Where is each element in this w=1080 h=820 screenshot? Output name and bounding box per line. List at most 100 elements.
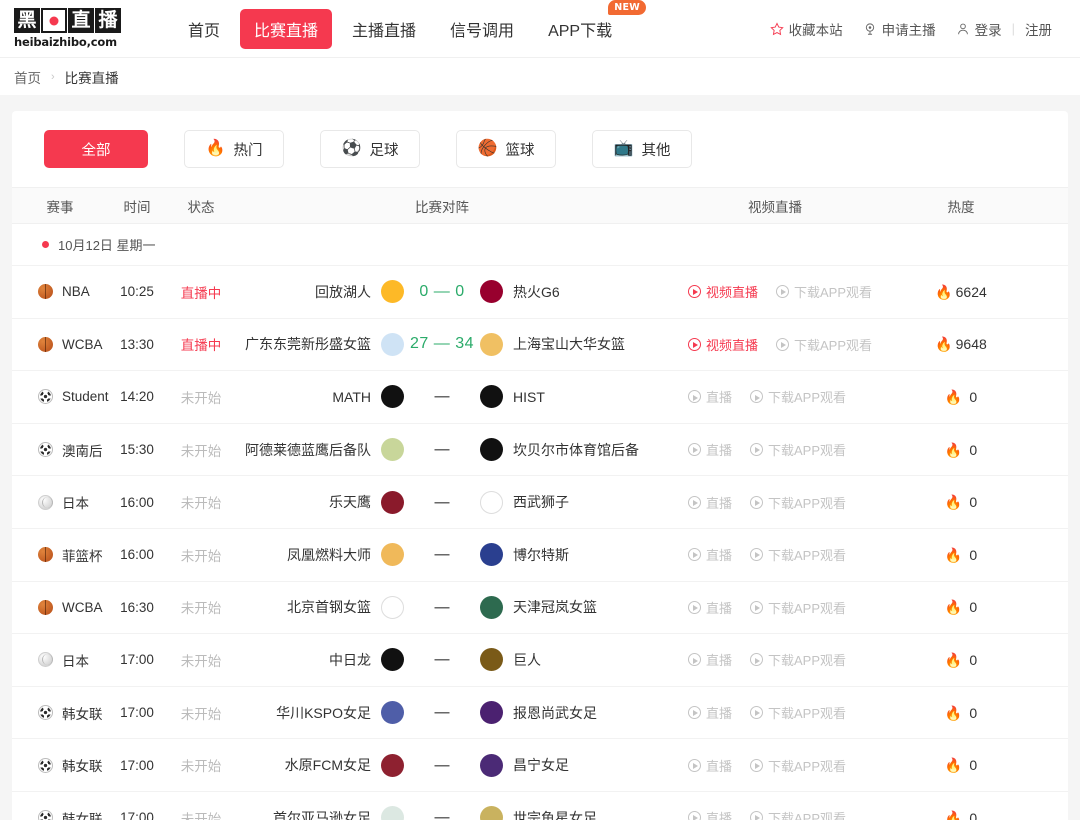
date-group-label: 10月12日 星期一 <box>58 235 156 254</box>
row-matchup: 乐天鹰 — 西武狮子 <box>236 476 648 528</box>
row-league: WCBA <box>12 319 108 371</box>
filter-soccer[interactable]: ⚽ 足球 <box>320 130 420 168</box>
download-app-label: 下载APP观看 <box>768 545 846 564</box>
row-video-links: 直播 下载APP观看 <box>648 739 902 791</box>
basketball-icon <box>38 337 53 352</box>
table-row[interactable]: 韩女联 17:00 未开始 首尔亚马逊女足 — 世宗鱼星女足 直播 下载APP观… <box>12 792 1068 820</box>
table-row[interactable]: 澳南后 15:30 未开始 阿德莱德蓝鹰后备队 — 坎贝尔市体育馆后备 直播 下… <box>12 424 1068 477</box>
breadcrumb-home[interactable]: 首页 <box>14 67 41 87</box>
nav-item-match-live[interactable]: 比赛直播 <box>240 9 332 49</box>
download-app-label: 下载APP观看 <box>794 282 872 301</box>
table-row[interactable]: Student 14:20 未开始 MATH — HIST 直播 下载APP观看 <box>12 371 1068 424</box>
row-league: 日本 <box>12 634 108 686</box>
home-team-name: 中日龙 <box>329 650 371 670</box>
away-team-logo <box>480 648 503 671</box>
download-app-link[interactable]: 下载APP观看 <box>750 493 846 512</box>
row-league: 澳南后 <box>12 424 108 476</box>
play-icon <box>776 285 789 298</box>
nav-item-anchor-live[interactable]: 主播直播 <box>338 9 430 49</box>
row-league-label: 韩女联 <box>62 703 103 723</box>
watch-live-label: 直播 <box>706 545 732 564</box>
row-league-label: Student <box>62 389 109 404</box>
filter-all[interactable]: 全部 <box>44 130 148 168</box>
download-app-link[interactable]: 下载APP观看 <box>750 650 846 669</box>
row-hot-value: 0 <box>969 442 977 458</box>
download-app-link[interactable]: 下载APP观看 <box>750 808 846 820</box>
row-matchup: 水原FCM女足 — 昌宁女足 <box>236 739 648 791</box>
row-hot: 🔥 0 <box>902 634 1020 686</box>
home-team-name: 回放湖人 <box>315 282 371 302</box>
away-team-logo <box>480 491 503 514</box>
watch-live-link[interactable]: 直播 <box>688 598 732 617</box>
home-team-name: 首尔亚马逊女足 <box>273 808 371 820</box>
row-hot: 🔥 0 <box>902 792 1020 820</box>
row-league: 韩女联 <box>12 792 108 820</box>
table-row[interactable]: 菲篮杯 16:00 未开始 凤凰燃料大师 — 博尔特斯 直播 下载APP观看 <box>12 529 1068 582</box>
site-logo[interactable]: 黑 直 播 heibaizhibo,com <box>14 8 134 49</box>
row-time: 16:30 <box>108 582 166 634</box>
play-icon <box>750 601 763 614</box>
watch-live-link[interactable]: 直播 <box>688 440 732 459</box>
nav-item-app-download[interactable]: APP下载 NEW <box>534 9 628 49</box>
download-app-link[interactable]: 下载APP观看 <box>776 335 872 354</box>
download-app-link[interactable]: 下载APP观看 <box>750 756 846 775</box>
favorite-site-button[interactable]: 收藏本站 <box>760 19 853 39</box>
watch-live-link[interactable]: 直播 <box>688 650 732 669</box>
play-icon <box>776 338 789 351</box>
row-hot-value: 0 <box>969 389 977 405</box>
watch-live-link[interactable]: 直播 <box>688 493 732 512</box>
table-row[interactable]: 韩女联 17:00 未开始 水原FCM女足 — 昌宁女足 直播 下载APP观看 <box>12 739 1068 792</box>
watch-live-link[interactable]: 直播 <box>688 545 732 564</box>
row-score: — <box>404 809 480 820</box>
play-icon <box>750 706 763 719</box>
row-status: 未开始 <box>166 634 236 686</box>
flame-icon: 🔥 <box>945 548 962 562</box>
away-team-logo <box>480 385 503 408</box>
download-app-link[interactable]: 下载APP观看 <box>750 387 846 406</box>
watch-live-link[interactable]: 直播 <box>688 756 732 775</box>
nav-item-home[interactable]: 首页 <box>174 9 234 49</box>
play-icon <box>688 548 701 561</box>
download-app-link[interactable]: 下载APP观看 <box>776 282 872 301</box>
download-app-link[interactable]: 下载APP观看 <box>750 598 846 617</box>
filter-other[interactable]: 📺 其他 <box>592 130 692 168</box>
table-row[interactable]: 日本 16:00 未开始 乐天鹰 — 西武狮子 直播 下载APP观看 <box>12 476 1068 529</box>
row-matchup: 北京首钢女篮 — 天津冠岚女篮 <box>236 582 648 634</box>
download-app-label: 下载APP观看 <box>768 387 846 406</box>
row-hot-value: 0 <box>969 757 977 773</box>
watch-live-label: 直播 <box>706 756 732 775</box>
basketball-icon <box>38 600 53 615</box>
row-league-label: 澳南后 <box>62 440 103 460</box>
row-status: 未开始 <box>166 371 236 423</box>
row-score: 0 — 0 <box>404 283 480 301</box>
table-row[interactable]: 日本 17:00 未开始 中日龙 — 巨人 直播 下载APP观看 <box>12 634 1068 687</box>
away-team-name: 报恩尚武女足 <box>513 703 597 723</box>
watch-live-link[interactable]: 视频直播 <box>688 335 758 354</box>
watch-live-label: 视频直播 <box>706 282 758 301</box>
table-row[interactable]: NBA 10:25 直播中 回放湖人 0 — 0 热火G6 视频直播 下载APP… <box>12 266 1068 319</box>
watch-live-link[interactable]: 直播 <box>688 703 732 722</box>
download-app-link[interactable]: 下载APP观看 <box>750 545 846 564</box>
table-row[interactable]: 韩女联 17:00 未开始 华川KSPO女足 — 报恩尚武女足 直播 下载APP… <box>12 687 1068 740</box>
filter-basketball[interactable]: 🏀 篮球 <box>456 130 556 168</box>
row-matchup: 首尔亚马逊女足 — 世宗鱼星女足 <box>236 792 648 820</box>
watch-live-link[interactable]: 直播 <box>688 387 732 406</box>
table-row[interactable]: WCBA 16:30 未开始 北京首钢女篮 — 天津冠岚女篮 直播 下载APP观… <box>12 582 1068 635</box>
home-team: 水原FCM女足 <box>236 754 404 777</box>
row-hot-value: 0 <box>969 652 977 668</box>
basketball-icon: 🏀 <box>478 141 498 157</box>
download-app-link[interactable]: 下载APP观看 <box>750 440 846 459</box>
table-row[interactable]: WCBA 13:30 直播中 广东东莞新彤盛女篮 27 — 34 上海宝山大华女… <box>12 319 1068 372</box>
apply-anchor-button[interactable]: 申请主播 <box>853 19 946 39</box>
filter-hot[interactable]: 🔥 热门 <box>184 130 284 168</box>
row-league: WCBA <box>12 582 108 634</box>
login-button[interactable]: 登录 <box>946 19 1012 39</box>
home-team-logo <box>381 648 404 671</box>
download-app-link[interactable]: 下载APP观看 <box>750 703 846 722</box>
watch-live-link[interactable]: 直播 <box>688 808 732 820</box>
away-team: 昌宁女足 <box>480 754 648 777</box>
nav-item-signal[interactable]: 信号调用 <box>436 9 528 49</box>
register-button[interactable]: 注册 <box>1015 19 1062 39</box>
away-team-name: 西武狮子 <box>513 492 569 512</box>
watch-live-link[interactable]: 视频直播 <box>688 282 758 301</box>
